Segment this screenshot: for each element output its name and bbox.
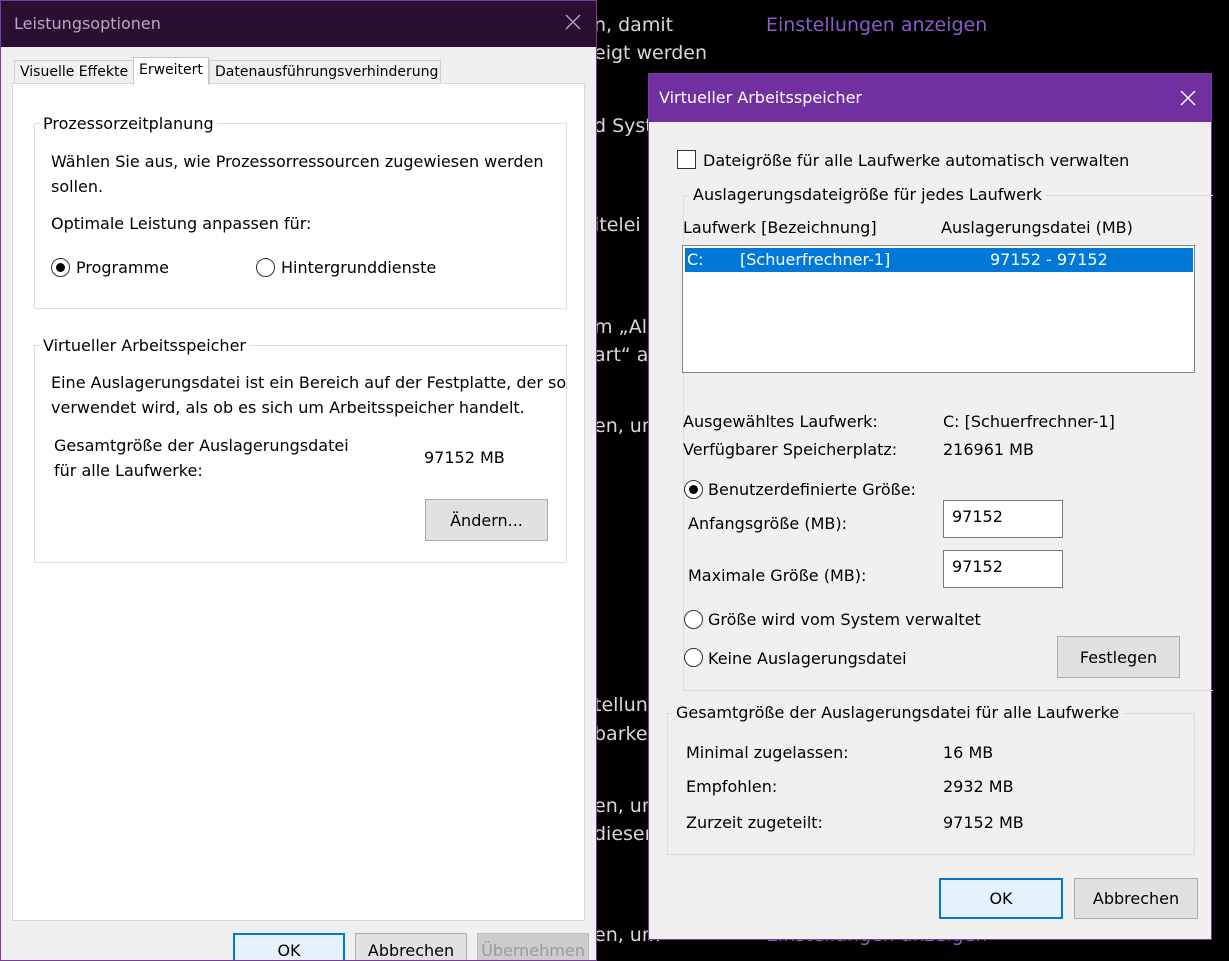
tab-advanced[interactable]: Erweitert (133, 57, 209, 85)
optimize-label: Optimale Leistung anpassen für: (51, 214, 312, 233)
drive-row-selected[interactable]: C: [Schuerfrechner-1] 97152 - 97152 (685, 248, 1193, 272)
programs-radio[interactable] (51, 258, 70, 277)
apply-button: Übernehmen (477, 933, 589, 960)
advanced-tab-panel: Prozessorzeitplanung Wählen Sie aus, wie… (12, 83, 585, 921)
background-text: barke (594, 723, 648, 745)
background-text: m „Al (594, 316, 648, 338)
title-bar[interactable]: Leistungsoptionen (1, 1, 596, 47)
close-icon[interactable] (1179, 89, 1197, 107)
background-text: d Syst (594, 115, 653, 137)
description-text: Wählen Sie aus, wie Prozessorressourcen … (51, 152, 544, 171)
performance-options-window: Leistungsoptionen Visuelle Effekte Erwei… (0, 0, 597, 961)
no-paging-file-label[interactable]: Keine Auslagerungsdatei (708, 646, 907, 671)
background-services-label[interactable]: Hintergrunddienste (281, 255, 436, 280)
window-title: Leistungsoptionen (14, 14, 161, 33)
currently-allocated-value: 97152 MB (943, 813, 1024, 832)
drive-letter: C: (687, 250, 704, 269)
group-legend: Virtueller Arbeitsspeicher (40, 336, 249, 355)
system-managed-radio[interactable] (684, 610, 703, 629)
group-legend: Gesamtgröße der Auslagerungsdatei für al… (672, 703, 1124, 722)
background-text: dieser (594, 823, 653, 845)
custom-size-radio[interactable] (684, 480, 703, 499)
description-text: verwendet wird, als ob es sich um Arbeit… (51, 398, 525, 417)
min-allowed-label: Minimal zugelassen: (686, 743, 849, 762)
cancel-button[interactable]: Abbrechen (355, 933, 467, 960)
tab-visual-effects[interactable]: Visuelle Effekte (14, 60, 134, 84)
selected-drive-label: Ausgewähltes Laufwerk: (683, 412, 878, 431)
drive-label: [Schuerfrechner-1] (740, 250, 891, 269)
close-icon[interactable] (564, 13, 582, 31)
free-space-value: 216961 MB (943, 440, 1034, 459)
total-size-value: 97152 MB (424, 448, 505, 467)
background-services-radio[interactable] (256, 258, 275, 277)
drive-column-header: Laufwerk [Bezeichnung] (683, 218, 877, 237)
drive-paging-size: 97152 - 97152 (990, 250, 1108, 269)
max-size-label: Maximale Größe (MB): (688, 566, 867, 585)
ok-button[interactable]: OK (939, 878, 1063, 919)
title-bar[interactable]: Virtueller Arbeitsspeicher (649, 74, 1211, 122)
cancel-button[interactable]: Abbrechen (1074, 878, 1198, 919)
dialog-title: Virtueller Arbeitsspeicher (659, 88, 862, 107)
programs-label[interactable]: Programme (76, 255, 169, 280)
selected-drive-value: C: [Schuerfrechner-1] (943, 412, 1115, 431)
no-paging-file-radio[interactable] (684, 648, 703, 667)
initial-size-input[interactable]: 97152 (943, 500, 1063, 538)
recommended-label: Empfohlen: (686, 777, 778, 796)
description-text: sollen. (51, 177, 104, 196)
drive-list[interactable]: C: [Schuerfrechner-1] 97152 - 97152 (682, 245, 1195, 373)
group-legend: Prozessorzeitplanung (40, 114, 217, 133)
recommended-value: 2932 MB (943, 777, 1014, 796)
background-text: n, damit (594, 14, 674, 36)
ok-button[interactable]: OK (233, 933, 345, 960)
auto-manage-label[interactable]: Dateigröße für alle Laufwerke automatisc… (703, 148, 1129, 173)
total-size-label: Gesamtgröße der Auslagerungsdatei (54, 436, 349, 455)
max-size-input[interactable]: 97152 (943, 550, 1063, 588)
free-space-label: Verfügbarer Speicherplatz: (683, 440, 898, 459)
set-button[interactable]: Festlegen (1057, 636, 1180, 678)
tab-data-execution-prevention[interactable]: Datenausführungsverhinderung (209, 60, 441, 84)
custom-size-label[interactable]: Benutzerdefinierte Größe: (708, 477, 916, 502)
background-text: itelei (594, 214, 641, 236)
virtual-memory-dialog: Virtueller Arbeitsspeicher Dateigröße fü… (648, 73, 1213, 940)
auto-manage-checkbox[interactable] (677, 150, 696, 169)
show-settings-link[interactable]: Einstellungen anzeigen (766, 14, 987, 36)
total-size-label: für alle Laufwerke: (54, 461, 203, 480)
currently-allocated-label: Zurzeit zugeteilt: (686, 813, 823, 832)
initial-size-label: Anfangsgröße (MB): (688, 514, 847, 533)
change-button[interactable]: Ändern... (425, 499, 548, 541)
group-legend: Auslagerungsdateigröße für jedes Laufwer… (689, 185, 1046, 204)
background-text: eigt werden (594, 42, 708, 64)
description-text: Eine Auslagerungsdatei ist ein Bereich a… (51, 373, 567, 392)
paging-column-header: Auslagerungsdatei (MB) (941, 218, 1133, 237)
system-managed-label[interactable]: Größe wird vom System verwaltet (708, 607, 981, 632)
min-allowed-value: 16 MB (943, 743, 994, 762)
